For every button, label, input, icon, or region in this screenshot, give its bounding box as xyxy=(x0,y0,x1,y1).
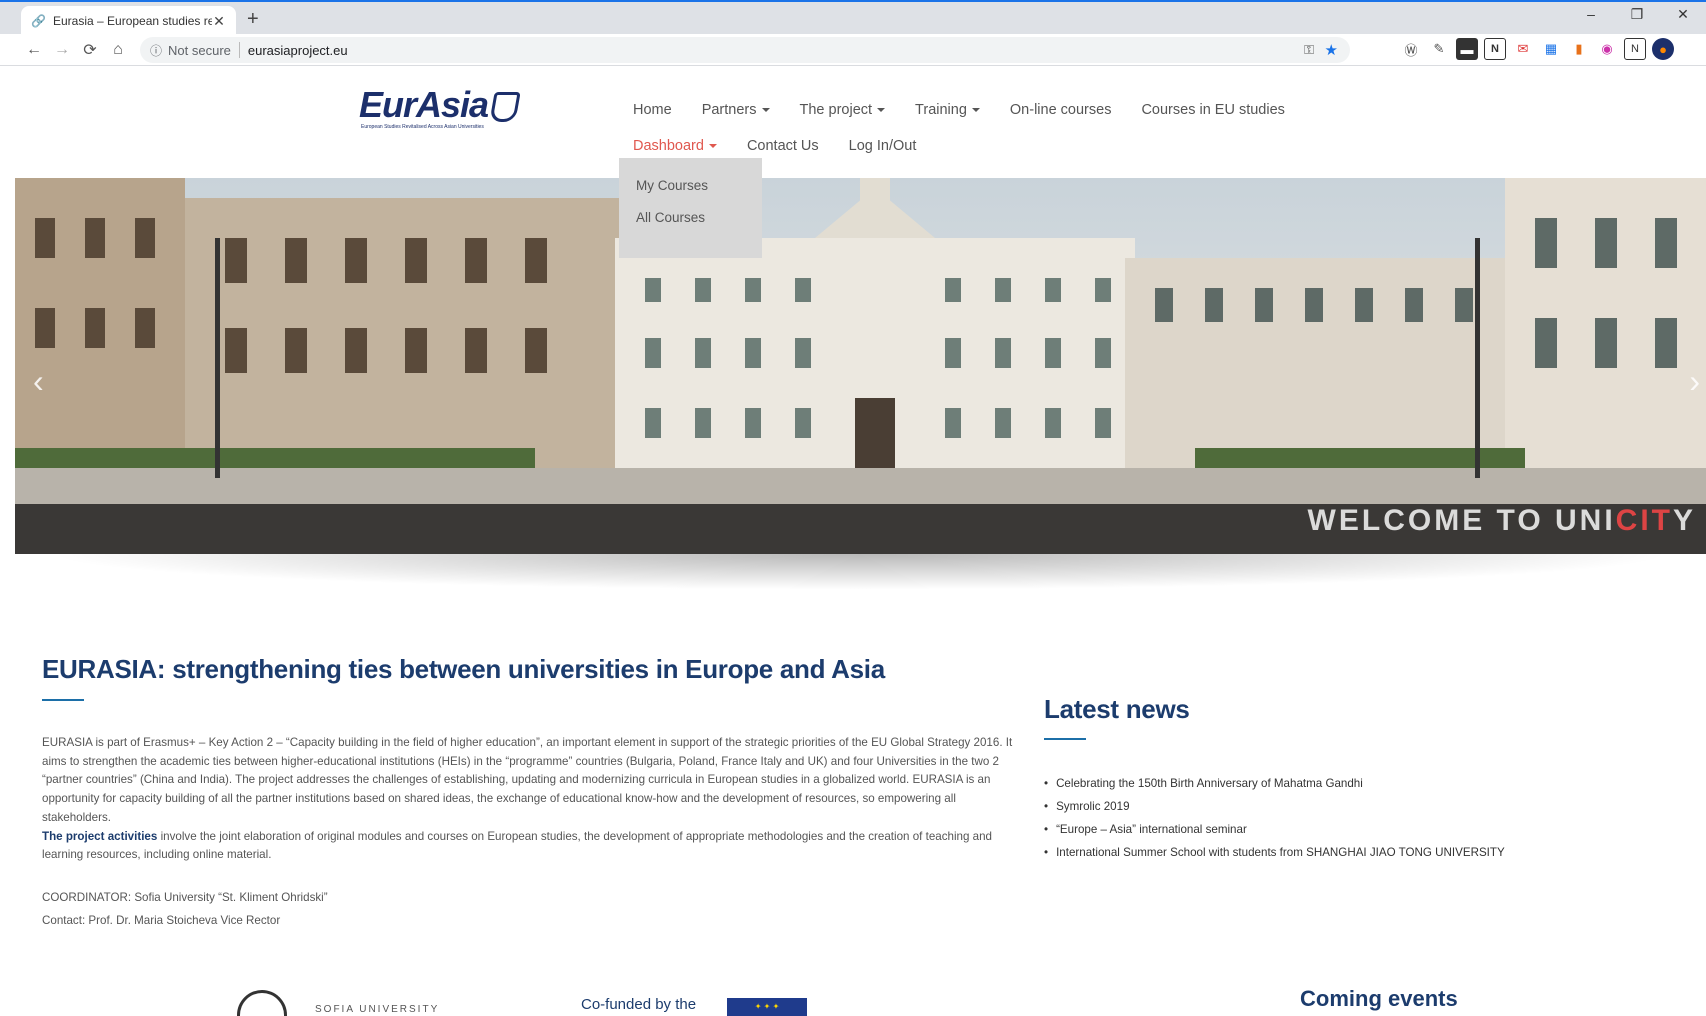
slider-next-icon[interactable]: › xyxy=(1689,363,1700,400)
menu-dashboard[interactable]: Dashboard xyxy=(633,138,717,154)
address-separator xyxy=(238,42,240,58)
menu-the-project-label: The project xyxy=(799,102,873,118)
eu-flag-icon: ✦ ✦ ✦ xyxy=(727,998,807,1016)
hero-caption-part2: CIT xyxy=(1615,504,1673,537)
hero-caption-part3: Y xyxy=(1672,504,1696,537)
sofia-university-logo-icon xyxy=(237,990,287,1016)
new-tab-button[interactable]: + xyxy=(247,8,259,31)
menu-courses-eu-studies[interactable]: Courses in EU studies xyxy=(1141,102,1284,118)
activities-text: involve the joint elaboration of origina… xyxy=(42,829,993,862)
caret-down-icon xyxy=(708,144,717,149)
grid-extension-icon[interactable]: ▦ xyxy=(1540,38,1562,60)
activities-paragraph: The project activities involve the joint… xyxy=(42,828,1027,865)
menu-home[interactable]: Home xyxy=(633,102,672,118)
dropdown-all-courses[interactable]: All Courses xyxy=(636,210,745,242)
project-activities-link[interactable]: The project activities xyxy=(42,830,157,843)
website: EurAsia European Studies Revitalised Acr… xyxy=(15,66,1706,1016)
caret-down-icon xyxy=(877,108,886,113)
url-text[interactable]: eurasiaproject.eu xyxy=(248,43,348,58)
intro-paragraph: EURASIA is part of Erasmus+ – Key Action… xyxy=(42,736,1013,824)
key-icon[interactable]: ⚿ xyxy=(1304,42,1314,58)
logo-text: EurAsia xyxy=(359,84,489,125)
back-arrow-icon[interactable]: ← xyxy=(20,41,48,59)
menu-the-project[interactable]: The project xyxy=(800,102,886,118)
profile-avatar-icon[interactable]: ● xyxy=(1652,38,1674,60)
menu-online-courses[interactable]: On-line courses xyxy=(1010,102,1112,118)
reload-icon[interactable]: ⟳ xyxy=(76,40,104,60)
contact-text: Contact: Prof. Dr. Maria Stoicheva Vice … xyxy=(42,914,281,927)
dash-extension-icon[interactable]: ▬ xyxy=(1456,38,1478,60)
close-window-button[interactable]: ✕ xyxy=(1660,6,1706,23)
logo-shield-icon xyxy=(489,92,521,122)
menu-partners-label: Partners xyxy=(701,102,757,118)
restore-button[interactable]: ❐ xyxy=(1614,6,1660,23)
info-icon[interactable]: ⓘ xyxy=(150,42,162,59)
menu-training[interactable]: Training xyxy=(915,102,980,118)
intro-text: EURASIA is part of Erasmus+ – Key Action… xyxy=(42,734,1027,865)
mail-extension-icon[interactable]: ✉ xyxy=(1512,38,1534,60)
bookmark-star-icon[interactable]: ★ xyxy=(1325,41,1338,59)
sofia-university-label: SOFIA UNIVERSITY xyxy=(315,1004,440,1015)
slider-prev-icon[interactable]: ‹ xyxy=(33,363,44,400)
menu-training-label: Training xyxy=(915,102,967,118)
menu-dashboard-label: Dashboard xyxy=(633,138,704,154)
hero-slider[interactable]: ‹ › WELCOME TO UNICITY xyxy=(15,178,1706,554)
browser-tab[interactable]: 🔗 Eurasia – European studies revita ✕ xyxy=(21,6,236,36)
forward-arrow-icon[interactable]: → xyxy=(48,41,76,59)
hero-caption-part1: WELCOME TO UNI xyxy=(1307,504,1616,537)
favicon-icon: 🔗 xyxy=(31,14,46,28)
window-controls: – ❐ ✕ xyxy=(1568,6,1706,23)
dropdown-my-courses[interactable]: My Courses xyxy=(636,178,745,210)
notion-extension-icon[interactable]: N xyxy=(1484,38,1506,60)
wordpress-extension-icon[interactable]: Ⓦ xyxy=(1400,38,1422,60)
extensions-bar: Ⓦ ✎ ▬ N ✉ ▦ ▮ ◉ N ● xyxy=(1400,38,1674,60)
minimize-button[interactable]: – xyxy=(1568,6,1614,23)
hero-caption: WELCOME TO UNICITY xyxy=(1308,504,1696,538)
news-item[interactable]: “Europe – Asia” international seminar xyxy=(1044,818,1505,841)
address-bar[interactable]: ⓘ Not secure eurasiaproject.eu ⚿ ★ xyxy=(140,37,1350,63)
site-logo[interactable]: EurAsia European Studies Revitalised Acr… xyxy=(359,84,534,134)
coming-events-heading: Coming events xyxy=(1300,986,1458,1011)
pen-extension-icon[interactable]: ✎ xyxy=(1428,38,1450,60)
main-menu: Home Partners The project Training On-li… xyxy=(633,92,1333,164)
page-title: EURASIA: strengthening ties between univ… xyxy=(42,654,885,684)
menu-partners[interactable]: Partners xyxy=(702,102,770,118)
logo-tagline: European Studies Revitalised Across Asia… xyxy=(361,124,484,130)
hero-image xyxy=(15,178,1706,554)
news-item[interactable]: International Summer School with student… xyxy=(1044,841,1505,864)
news-item[interactable]: Celebrating the 150th Birth Anniversary … xyxy=(1044,772,1505,795)
browser-toolbar: ← → ⟳ ⌂ ⓘ Not secure eurasiaproject.eu ⚿… xyxy=(0,34,1706,66)
menu-login-logout[interactable]: Log In/Out xyxy=(849,138,917,154)
office-extension-icon[interactable]: ▮ xyxy=(1568,38,1590,60)
coordinator-info: COORDINATOR: Sofia University “St. Klime… xyxy=(42,886,328,932)
menu-contact-us[interactable]: Contact Us xyxy=(747,138,819,154)
dashboard-dropdown: My Courses All Courses xyxy=(619,158,762,258)
browser-tab-strip: 🔗 Eurasia – European studies revita ✕ + … xyxy=(0,0,1706,36)
n-extension-icon[interactable]: N xyxy=(1624,38,1646,60)
not-secure-label: Not secure xyxy=(168,42,231,58)
color-extension-icon[interactable]: ◉ xyxy=(1596,38,1618,60)
news-list: Celebrating the 150th Birth Anniversary … xyxy=(1044,772,1505,864)
latest-news-heading: Latest news xyxy=(1044,694,1190,724)
coordinator-text: COORDINATOR: Sofia University “St. Klime… xyxy=(42,891,328,904)
caret-down-icon xyxy=(761,108,770,113)
hero-shadow xyxy=(45,554,1675,590)
news-underline xyxy=(1044,738,1086,740)
caret-down-icon xyxy=(971,108,980,113)
cofunded-label: Co-funded by the xyxy=(581,996,697,1013)
news-item[interactable]: Symrolic 2019 xyxy=(1044,795,1505,818)
home-icon[interactable]: ⌂ xyxy=(104,41,132,59)
tab-title: Eurasia – European studies revita xyxy=(53,14,212,28)
title-underline xyxy=(42,699,84,701)
close-tab-icon[interactable]: ✕ xyxy=(212,13,226,30)
